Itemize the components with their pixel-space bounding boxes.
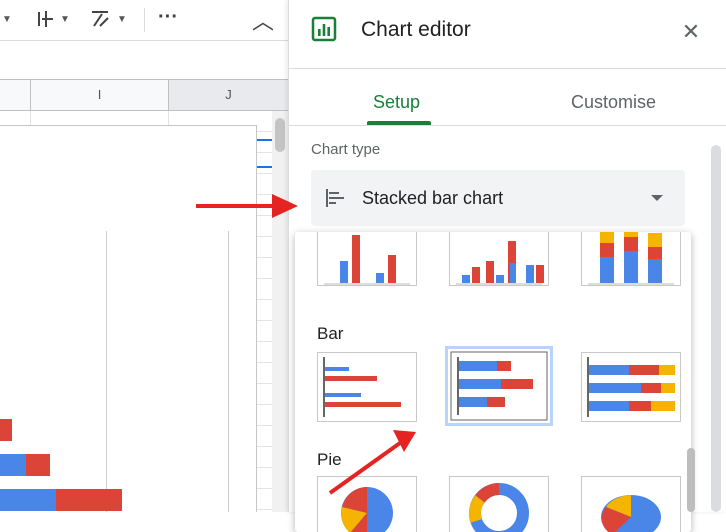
rotation-dropdown-caret[interactable]: ▼ (117, 14, 127, 25)
section-label-pie: Pie (317, 450, 342, 469)
sheet-scrollbar[interactable] (272, 111, 288, 512)
text-rotation-icon[interactable] (90, 9, 112, 34)
selection-mark (256, 166, 272, 168)
chart-bar-segment (56, 489, 122, 511)
formula-bar[interactable] (0, 41, 288, 80)
tab-setup[interactable]: Setup (373, 92, 420, 113)
pie-chart-option[interactable] (317, 476, 417, 532)
selection-mark (256, 139, 272, 141)
panel-scrollbar[interactable] (711, 145, 721, 512)
stacked-bar-chart-icon (325, 188, 347, 208)
align-vertical-icon[interactable] (36, 9, 56, 34)
chart-type-menu: Bar Pie (295, 232, 691, 532)
chart-bar-segment (0, 489, 56, 511)
doughnut-chart-option[interactable] (449, 476, 549, 532)
3d-pie-chart-option[interactable] (581, 476, 681, 532)
tab-customise[interactable]: Customise (571, 92, 656, 113)
section-label-bar: Bar (317, 324, 344, 343)
menu-scrollbar[interactable] (687, 448, 695, 512)
chart-editor-logo-icon (311, 16, 337, 42)
chart-bar-segment (0, 454, 26, 476)
sheet-scrollbar-thumb[interactable] (275, 118, 285, 152)
column-chart-variant-option[interactable] (449, 232, 549, 286)
collapse-icon[interactable]: ︿ (252, 4, 274, 36)
chart-gridline (106, 231, 107, 512)
stacked-column-chart-option[interactable] (581, 232, 681, 286)
bar-chart-option[interactable] (317, 352, 417, 422)
100-percent-stacked-bar-chart-option[interactable] (581, 352, 681, 422)
header-divider (289, 68, 726, 69)
toolbar-dropdown-caret[interactable]: ▼ (2, 14, 12, 25)
chart-editor-title: Chart editor (361, 18, 471, 41)
column-header-row: I J (0, 80, 288, 111)
sheet-toolbar: ▼ ▼ ▼ ··· ︿ (0, 0, 288, 41)
chart-type-dropdown[interactable]: Stacked bar chart (311, 170, 685, 226)
chart-type-value: Stacked bar chart (362, 188, 504, 208)
dropdown-caret-icon (651, 195, 663, 201)
spreadsheet-area: ▼ ▼ ▼ ··· ︿ I J (0, 0, 288, 512)
chart-bar-segment (26, 454, 50, 476)
column-header-j[interactable]: J (169, 80, 288, 110)
close-icon[interactable]: ✕ (679, 20, 703, 44)
chart-editor-panel: Chart editor ✕ Setup Customise Chart typ… (288, 0, 726, 532)
chart-bar-segment (0, 419, 12, 441)
column-header-i[interactable]: I (31, 80, 169, 110)
column-header-partial[interactable] (0, 80, 31, 110)
column-chart-option[interactable] (317, 232, 417, 286)
chart-gridline (228, 231, 229, 512)
toolbar-divider (144, 8, 145, 32)
align-dropdown-caret[interactable]: ▼ (60, 14, 70, 25)
chart-type-label: Chart type (311, 141, 381, 158)
more-icon[interactable]: ··· (158, 6, 178, 29)
stacked-bar-chart-option[interactable] (445, 346, 553, 426)
embedded-chart[interactable] (0, 125, 257, 512)
tabs-divider (289, 125, 726, 126)
